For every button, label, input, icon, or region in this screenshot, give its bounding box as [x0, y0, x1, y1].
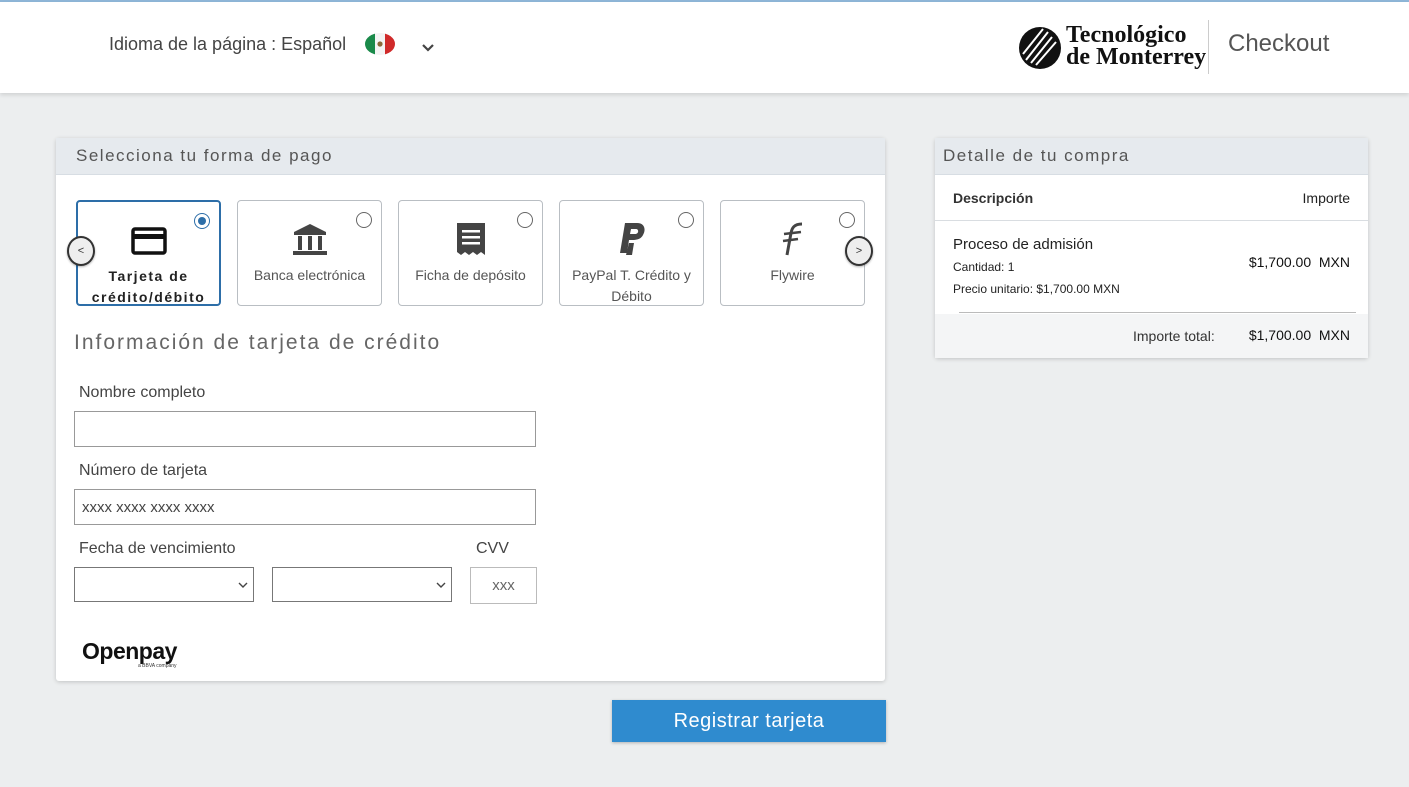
card-number-label: Número de tarjeta [79, 462, 208, 479]
carousel-prev-button[interactable]: < [67, 236, 95, 266]
openpay-logo: Openpay a BBVA company [82, 638, 177, 669]
item-quantity: Cantidad: 1 [953, 260, 1015, 274]
radio-button[interactable] [194, 213, 210, 229]
col-description: Descripción [953, 190, 1034, 206]
cvv-placeholder: xxx [492, 577, 515, 594]
tec-logo-text: Tecnológico de Monterrey [1066, 22, 1207, 70]
checkout-title: Checkout [1228, 30, 1330, 57]
summary-item-row: Proceso de admisión Cantidad: 1 Precio u… [935, 222, 1368, 314]
item-unit-price: Precio unitario: $1,700.00 MXN [953, 282, 1120, 296]
radio-button[interactable] [839, 212, 855, 228]
method-bank-transfer[interactable]: Banca electrónica [237, 200, 382, 306]
radio-button[interactable] [356, 212, 372, 228]
method-paypal[interactable]: PayPal T. Crédito y Débito [559, 200, 704, 306]
method-label: Flywire [770, 267, 815, 283]
paypal-icon [619, 223, 645, 255]
card-number-input[interactable]: xxxx xxxx xxxx xxxx [74, 489, 536, 525]
col-amount: Importe [1302, 190, 1350, 206]
payment-panel: Selecciona tu forma de pago Tarjeta de c… [56, 138, 885, 681]
chevron-down-icon [436, 582, 446, 588]
item-name: Proceso de admisión [953, 236, 1094, 253]
payment-panel-title: Selecciona tu forma de pago [56, 138, 885, 175]
expiry-year-select[interactable] [272, 567, 452, 602]
name-label: Nombre completo [79, 384, 206, 401]
cvv-input[interactable]: xxx [470, 567, 537, 604]
language-label: Idioma de la página : Español [109, 34, 347, 54]
item-amount: $1,700.00 MXN [1248, 254, 1350, 270]
method-label: PayPal T. Crédito y Débito [572, 267, 691, 304]
top-header: Idioma de la página : Español Tecnológic… [0, 2, 1409, 93]
flywire-icon [782, 222, 802, 256]
bank-icon [292, 224, 327, 255]
credit-card-icon [130, 227, 167, 255]
register-card-button[interactable]: Registrar tarjeta [612, 700, 886, 742]
radio-button[interactable] [517, 212, 533, 228]
openpay-logo-subtext: a BBVA company [138, 663, 177, 669]
chevron-down-icon[interactable] [420, 40, 436, 56]
summary-divider [959, 312, 1356, 313]
name-input[interactable] [74, 411, 536, 447]
openpay-logo-text: Openpay [82, 638, 177, 664]
card-info-title: Información de tarjeta de crédito [74, 331, 442, 354]
method-label: Banca electrónica [253, 267, 366, 283]
method-flywire[interactable]: Flywire [720, 200, 865, 306]
summary-total-row: Importe total: $1,700.00 MXN [935, 314, 1368, 358]
receipt-icon [456, 223, 485, 255]
expiry-month-select[interactable] [74, 567, 254, 602]
radio-button[interactable] [678, 212, 694, 228]
method-label: Ficha de depósito [415, 267, 526, 283]
mexico-flag-icon[interactable] [364, 32, 396, 56]
total-amount: $1,700.00 MXN [1248, 327, 1350, 343]
summary-table-header: Descripción Importe [935, 175, 1368, 221]
expiry-label: Fecha de vencimiento [79, 540, 236, 557]
purchase-summary-panel: Detalle de tu compra Descripción Importe… [935, 138, 1368, 358]
carousel-next-button[interactable]: > [845, 236, 873, 266]
chevron-down-icon [238, 582, 248, 588]
method-label: Tarjeta de crédito/débito [91, 268, 206, 305]
method-credit-card[interactable]: Tarjeta de crédito/débito [76, 200, 221, 306]
method-deposit-slip[interactable]: Ficha de depósito [398, 200, 543, 306]
header-divider [1208, 20, 1209, 74]
card-number-placeholder: xxxx xxxx xxxx xxxx [82, 498, 215, 516]
total-label: Importe total: [1133, 328, 1215, 344]
cvv-label: CVV [476, 540, 509, 557]
summary-title: Detalle de tu compra [935, 138, 1368, 175]
